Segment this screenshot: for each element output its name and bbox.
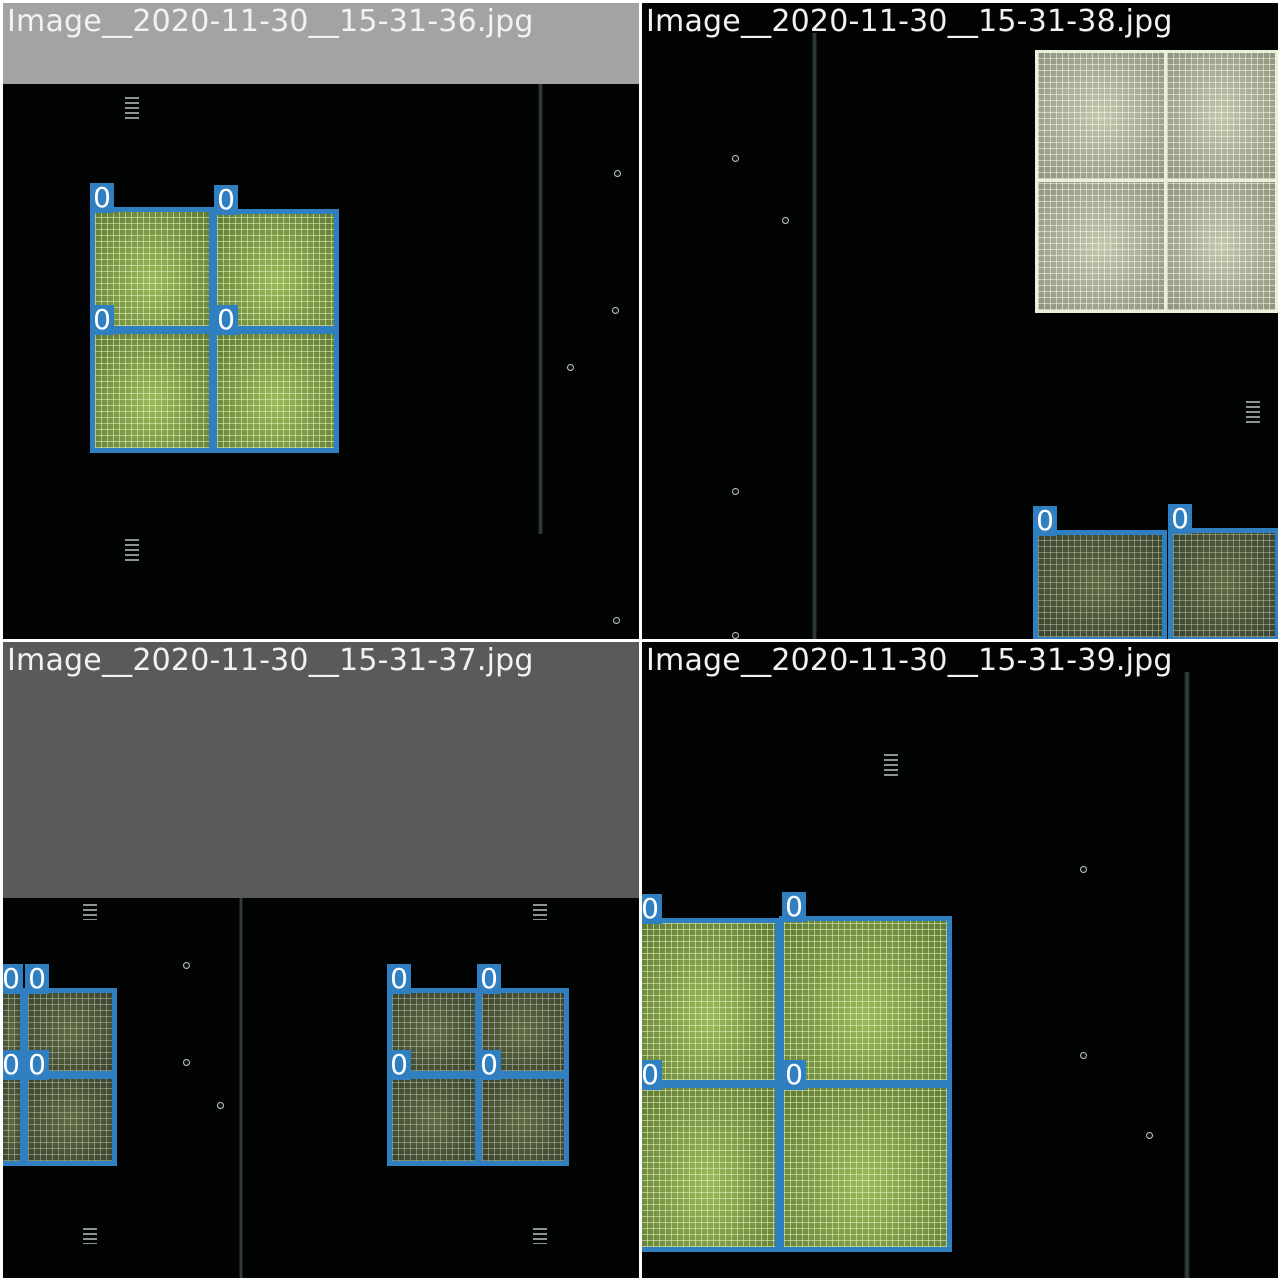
screw-icon <box>1080 1052 1087 1059</box>
class-label: 0 <box>782 1060 806 1090</box>
clip-icon <box>125 539 139 563</box>
panel-title: Image__2020-11-30__15-31-36.jpg <box>7 4 534 39</box>
detection-box[interactable] <box>387 1074 480 1166</box>
clip-icon <box>533 1228 547 1244</box>
class-label: 0 <box>25 964 49 994</box>
tile <box>1035 50 1167 182</box>
detection-box[interactable] <box>477 1074 569 1166</box>
detection-box[interactable] <box>23 1074 117 1166</box>
class-label: 0 <box>90 305 114 335</box>
tile <box>1035 179 1167 313</box>
image-grid: Image__2020-11-30__15-31-36.jpg 0 0 0 0 … <box>0 0 1280 1280</box>
clip-icon <box>83 904 97 920</box>
rail <box>239 898 243 1278</box>
detection-box[interactable] <box>1033 530 1167 639</box>
class-label: 0 <box>25 1050 49 1080</box>
class-label: 0 <box>782 892 806 922</box>
screw-icon <box>732 632 739 639</box>
rail <box>812 33 817 639</box>
tile <box>1164 50 1278 182</box>
screw-icon <box>217 1102 224 1109</box>
class-label: 0 <box>3 964 23 994</box>
clip-icon <box>125 97 139 121</box>
image-panel-3[interactable]: Image__2020-11-30__15-31-37.jpg 0 0 0 0 … <box>3 642 639 1278</box>
class-label: 0 <box>214 305 238 335</box>
detection-box[interactable] <box>90 329 214 453</box>
rail <box>538 84 543 534</box>
screw-icon <box>1080 866 1087 873</box>
clip-icon <box>884 754 898 778</box>
class-label: 0 <box>387 1050 411 1080</box>
clip-icon <box>533 904 547 920</box>
panel-title: Image__2020-11-30__15-31-39.jpg <box>646 643 1173 678</box>
image-panel-4[interactable]: Image__2020-11-30__15-31-39.jpg 0 0 0 0 <box>642 642 1278 1278</box>
screw-icon <box>732 155 739 162</box>
class-label: 0 <box>1168 504 1192 534</box>
screw-icon <box>183 1059 190 1066</box>
screw-icon <box>567 364 574 371</box>
image-panel-1[interactable]: Image__2020-11-30__15-31-36.jpg 0 0 0 0 <box>3 3 639 639</box>
class-label: 0 <box>1033 506 1057 536</box>
detection-box[interactable] <box>1168 528 1278 639</box>
class-label: 0 <box>3 1050 23 1080</box>
screw-icon <box>613 617 620 624</box>
screw-icon <box>183 962 190 969</box>
clip-icon <box>83 1228 97 1244</box>
detection-box[interactable] <box>779 1083 952 1252</box>
clip-icon <box>1246 401 1260 425</box>
tile <box>1164 179 1278 313</box>
screw-icon <box>614 170 621 177</box>
class-label: 0 <box>477 964 501 994</box>
panel-title: Image__2020-11-30__15-31-38.jpg <box>646 4 1173 39</box>
detection-box[interactable] <box>642 1083 780 1252</box>
class-label: 0 <box>387 964 411 994</box>
panel-title: Image__2020-11-30__15-31-37.jpg <box>7 643 534 678</box>
rail <box>1184 672 1190 1278</box>
image-panel-2[interactable]: Image__2020-11-30__15-31-38.jpg 0 0 <box>642 3 1278 639</box>
detection-box[interactable] <box>642 918 780 1085</box>
class-label: 0 <box>642 894 662 924</box>
detection-box[interactable] <box>3 1074 25 1166</box>
screw-icon <box>732 488 739 495</box>
screw-icon <box>782 217 789 224</box>
screw-icon <box>1146 1132 1153 1139</box>
class-label: 0 <box>477 1050 501 1080</box>
detection-box[interactable] <box>212 329 339 453</box>
class-label: 0 <box>90 183 114 213</box>
gray-band <box>3 642 639 898</box>
class-label: 0 <box>642 1060 662 1090</box>
class-label: 0 <box>214 185 238 215</box>
screw-icon <box>612 307 619 314</box>
